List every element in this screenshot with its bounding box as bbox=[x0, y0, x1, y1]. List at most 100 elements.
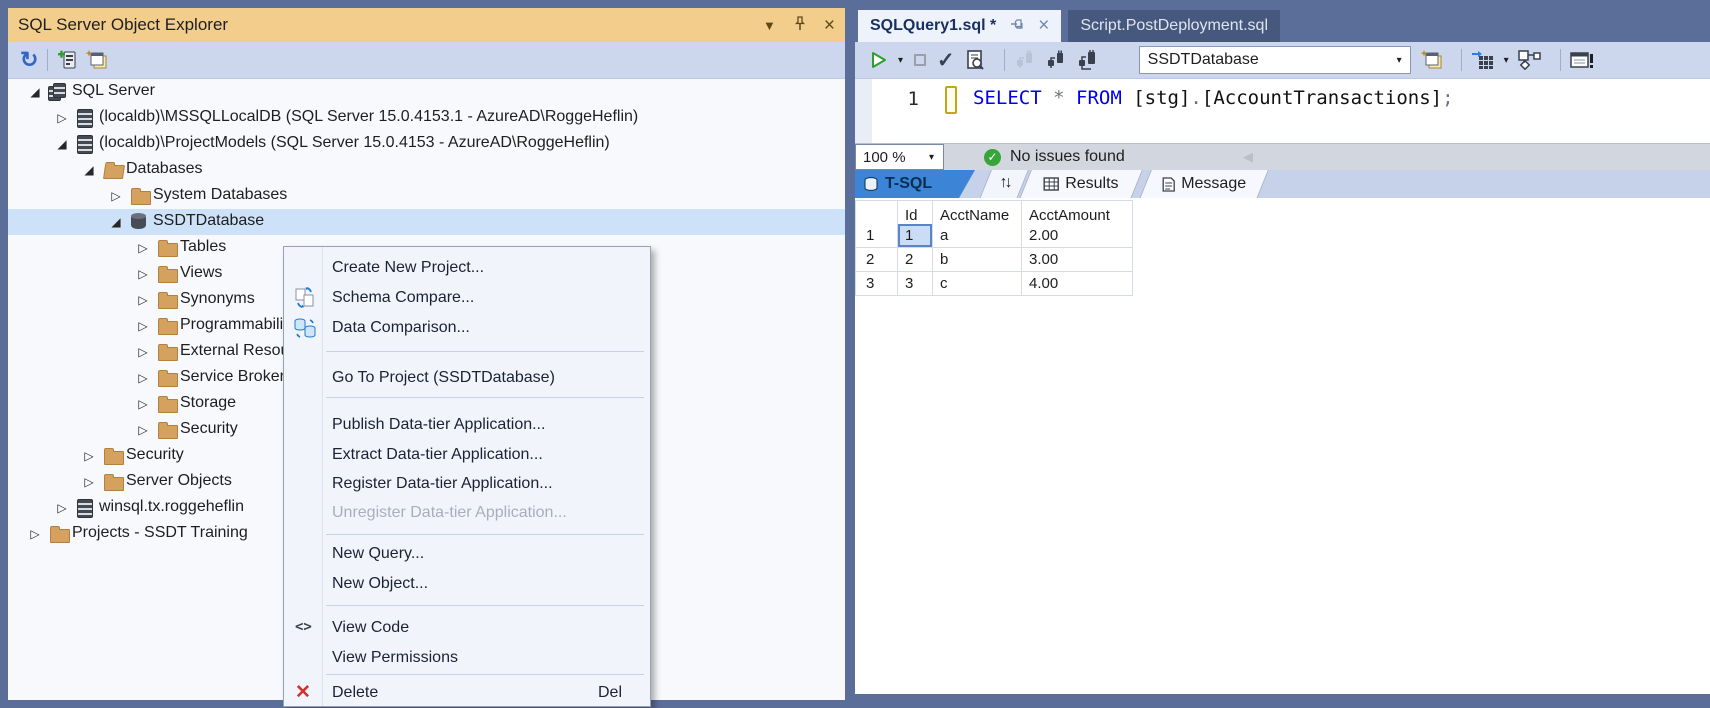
expand-arrow-icon[interactable]: ▷ bbox=[136, 397, 150, 411]
tab-message[interactable]: Message bbox=[1139, 170, 1269, 199]
expand-arrow-icon[interactable]: ▷ bbox=[136, 241, 150, 255]
scrollbar-left-arrow-icon[interactable]: ◀ bbox=[1243, 149, 1253, 165]
expand-arrow-icon[interactable]: ◢ bbox=[28, 85, 42, 99]
expand-arrow-icon[interactable]: ◢ bbox=[55, 137, 69, 151]
menu-item-view-code[interactable]: <>View Code bbox=[284, 613, 650, 643]
folder-icon bbox=[158, 269, 178, 283]
expand-arrow-icon[interactable]: ▷ bbox=[136, 423, 150, 437]
expand-arrow-icon[interactable]: ▷ bbox=[55, 501, 69, 515]
diagram-icon[interactable] bbox=[1518, 50, 1542, 70]
sql-code-line[interactable]: SELECT * FROM [stg].[AccountTransactions… bbox=[973, 87, 1454, 109]
menu-item-view-permissions[interactable]: View Permissions bbox=[284, 643, 650, 673]
menu-item-new-query[interactable]: New Query... bbox=[284, 539, 650, 569]
results-mode-caret-icon[interactable]: ▾ bbox=[1504, 55, 1509, 66]
zoom-caret-icon[interactable]: ▾ bbox=[929, 152, 934, 163]
tab-results[interactable]: Results bbox=[1019, 170, 1143, 199]
tree-item-sql-server[interactable]: ◢SQL Server bbox=[8, 79, 845, 105]
tab-label: Script.PostDeployment.sql bbox=[1080, 17, 1268, 35]
folder-icon bbox=[158, 425, 178, 439]
sort-icon: ↑↓ bbox=[987, 170, 1023, 196]
change-connection-icon[interactable] bbox=[1076, 50, 1098, 70]
expand-arrow-icon[interactable]: ◢ bbox=[82, 163, 96, 177]
expand-arrow-icon[interactable]: ▷ bbox=[109, 189, 123, 203]
tab-tsql[interactable]: T-SQL bbox=[855, 170, 975, 198]
menu-item-publish-data-tier[interactable]: Publish Data-tier Application... bbox=[284, 410, 650, 440]
expand-arrow-icon[interactable]: ▷ bbox=[55, 111, 69, 125]
code-editor[interactable]: 1 SELECT * FROM [stg].[AccountTransactio… bbox=[855, 79, 1710, 143]
health-text: No issues found bbox=[1010, 148, 1125, 166]
results-grid-zone: Id AcctName AcctAmount 1 1 a 2.00 2 2 b … bbox=[855, 198, 1710, 694]
health-indicator[interactable]: ✓ No issues found bbox=[984, 148, 1125, 166]
execute-dropdown-icon[interactable]: ▾ bbox=[898, 55, 903, 66]
row-header[interactable]: 2 bbox=[855, 248, 898, 272]
connect-icon[interactable] bbox=[1045, 50, 1067, 70]
menu-item-delete[interactable]: ✕DeleteDel bbox=[284, 678, 650, 708]
grid-cell[interactable]: a bbox=[933, 224, 1022, 248]
execute-button[interactable] bbox=[869, 50, 889, 70]
estimated-plan-icon[interactable] bbox=[964, 49, 986, 71]
expand-arrow-icon[interactable]: ▷ bbox=[82, 475, 96, 489]
menu-item-schema-compare[interactable]: Schema Compare... bbox=[284, 283, 650, 313]
refresh-icon[interactable]: ↻ bbox=[20, 49, 38, 71]
grid-cell-selected[interactable]: 1 bbox=[898, 224, 933, 248]
menu-item-go-to-project[interactable]: Go To Project (SSDTDatabase) bbox=[284, 363, 650, 393]
query-editor-panel: SQLQuery1.sql * × Script.PostDeployment.… bbox=[855, 8, 1710, 700]
delete-icon: ✕ bbox=[295, 681, 311, 704]
combobox-caret-icon[interactable]: ▾ bbox=[1397, 55, 1402, 66]
grid-cell[interactable]: 3 bbox=[898, 272, 933, 296]
pin-icon[interactable] bbox=[794, 16, 806, 34]
line-number: 1 bbox=[895, 88, 919, 110]
tree-item-ssdtdatabase[interactable]: ◢SSDTDatabase bbox=[8, 209, 845, 235]
menu-item-unregister-data-tier: Unregister Data-tier Application... bbox=[284, 498, 650, 528]
menu-item-data-comparison[interactable]: Data Comparison... bbox=[284, 313, 650, 343]
expand-arrow-icon[interactable]: ▷ bbox=[136, 267, 150, 281]
tab-script-postdeployment[interactable]: Script.PostDeployment.sql bbox=[1068, 10, 1280, 42]
expand-arrow-icon[interactable]: ▷ bbox=[136, 293, 150, 307]
menu-item-extract-data-tier[interactable]: Extract Data-tier Application... bbox=[284, 440, 650, 470]
message-doc-icon bbox=[1162, 177, 1175, 192]
context-menu: Create New Project... Schema Compare... … bbox=[283, 246, 651, 707]
add-server-icon[interactable] bbox=[57, 50, 77, 70]
close-icon[interactable]: × bbox=[824, 19, 835, 32]
close-icon[interactable]: × bbox=[1038, 15, 1049, 37]
grid-cell[interactable]: 2 bbox=[898, 248, 933, 272]
grid-cell[interactable]: 2.00 bbox=[1022, 224, 1133, 248]
grid-cell[interactable]: c bbox=[933, 272, 1022, 296]
tree-item-databases[interactable]: ◢Databases bbox=[8, 157, 845, 183]
expand-arrow-icon[interactable]: ▷ bbox=[136, 319, 150, 333]
tree-item-mssqllocaldb[interactable]: ▷(localdb)\MSSQLLocalDB (SQL Server 15.0… bbox=[8, 105, 845, 131]
window-menu-dropdown-icon[interactable]: ▼ bbox=[763, 18, 776, 33]
row-header[interactable]: 1 bbox=[855, 224, 898, 248]
results-to-grid-icon[interactable] bbox=[1471, 50, 1495, 70]
tree-item-system-databases[interactable]: ▷System Databases bbox=[8, 183, 845, 209]
folder-icon bbox=[158, 347, 178, 361]
properties-window-icon[interactable] bbox=[1570, 50, 1594, 70]
expand-arrow-icon[interactable]: ▷ bbox=[28, 527, 42, 541]
folder-icon bbox=[158, 295, 178, 309]
zoom-combobox[interactable]: 100 % ▾ bbox=[855, 144, 944, 170]
tool-window-titlebar[interactable]: SQL Server Object Explorer ▼ × bbox=[8, 8, 845, 42]
folder-icon bbox=[131, 191, 151, 205]
row-header[interactable]: 3 bbox=[855, 272, 898, 296]
grid-cell[interactable]: b bbox=[933, 248, 1022, 272]
parse-check-icon[interactable]: ✓ bbox=[937, 48, 955, 73]
folder-icon bbox=[104, 451, 124, 465]
grid-cell[interactable]: 3.00 bbox=[1022, 248, 1133, 272]
menu-item-register-data-tier[interactable]: Register Data-tier Application... bbox=[284, 469, 650, 499]
grid-cell[interactable]: 4.00 bbox=[1022, 272, 1133, 296]
menu-item-create-new-project[interactable]: Create New Project... bbox=[284, 253, 650, 283]
new-window-icon[interactable] bbox=[86, 50, 108, 70]
results-grid[interactable]: Id AcctName AcctAmount 1 1 a 2.00 2 2 b … bbox=[855, 200, 1133, 296]
tree-item-projectmodels[interactable]: ◢(localdb)\ProjectModels (SQL Server 15.… bbox=[8, 131, 845, 157]
editor-margin bbox=[855, 79, 872, 143]
menu-item-new-object[interactable]: New Object... bbox=[284, 569, 650, 599]
database-combobox[interactable]: SSDTDatabase ▾ bbox=[1139, 46, 1411, 74]
tab-sqlquery1[interactable]: SQLQuery1.sql * × bbox=[858, 10, 1061, 42]
expand-arrow-icon[interactable]: ◢ bbox=[109, 215, 123, 229]
expand-arrow-icon[interactable]: ▷ bbox=[82, 449, 96, 463]
pin-icon[interactable] bbox=[1010, 17, 1024, 35]
expand-arrow-icon[interactable]: ▷ bbox=[136, 345, 150, 359]
open-folder-icon bbox=[103, 165, 125, 179]
expand-arrow-icon[interactable]: ▷ bbox=[136, 371, 150, 385]
new-query-icon[interactable] bbox=[1421, 50, 1443, 70]
